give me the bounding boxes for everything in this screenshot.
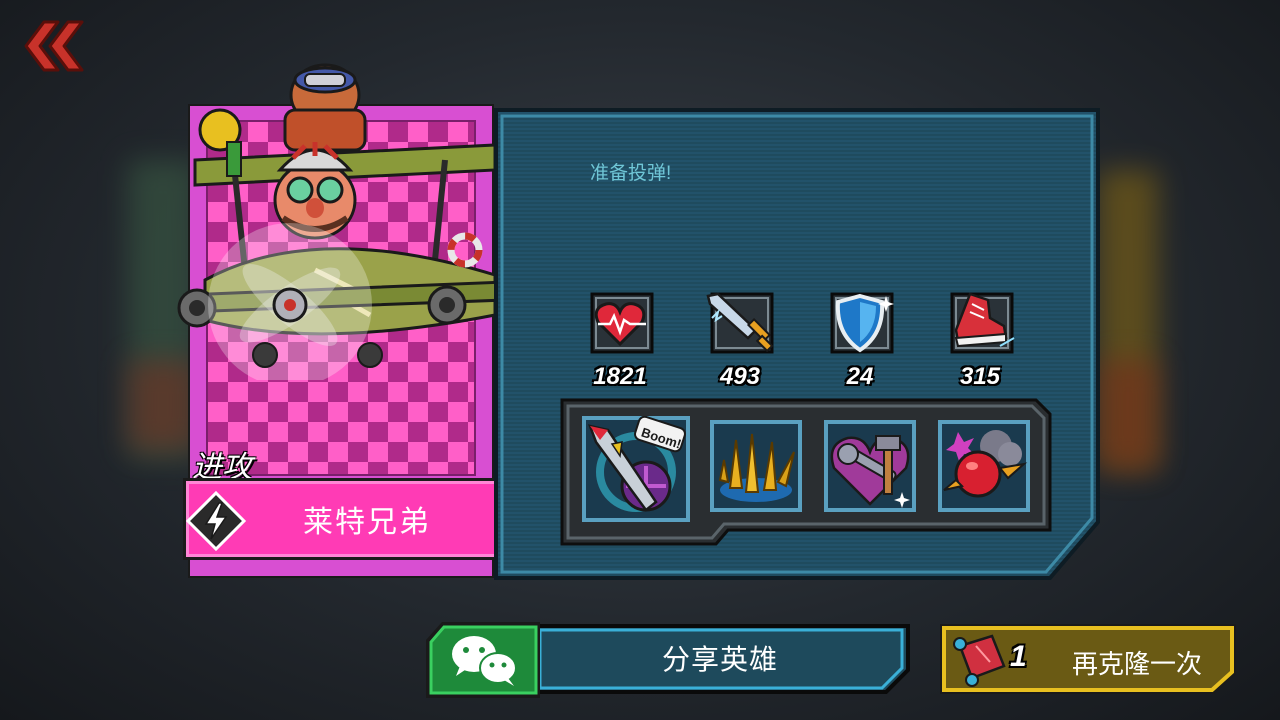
sword-attack-icon — [706, 292, 774, 354]
back-button[interactable] — [22, 18, 86, 74]
skill-slot-1[interactable]: Boom! — [582, 416, 690, 522]
share-hero-label: 分享英雄 — [661, 644, 778, 675]
heart-health-icon — [590, 292, 654, 354]
clone-count: 1 — [1010, 640, 1027, 673]
stat-attack: 493 — [694, 290, 786, 391]
double-chevron-left-icon — [24, 20, 84, 72]
hero-name: 莱特兄弟 — [303, 506, 431, 539]
stat-health-value: 1821 — [593, 363, 647, 390]
skill-slot-4[interactable] — [938, 420, 1030, 512]
sneaker-speed-icon — [950, 292, 1015, 354]
stat-defense: 24 — [814, 290, 906, 391]
stat-speed: 315 — [934, 290, 1026, 391]
hero-name-plate: 莱特兄弟 — [183, 478, 505, 560]
clone-again-label: 再克隆一次 — [1072, 649, 1203, 679]
skill-slot-2[interactable] — [710, 420, 802, 512]
skill-slot-3[interactable] — [824, 420, 916, 512]
hero-description: 准备投弹! — [590, 163, 672, 184]
background-card-right-red — [1098, 360, 1158, 470]
stat-speed-value: 315 — [959, 363, 1001, 390]
shield-defense-icon — [830, 292, 894, 354]
hero-portrait-biplane — [177, 63, 507, 380]
stat-attack-value: 493 — [719, 363, 761, 390]
stat-health: 1821 — [574, 290, 666, 391]
stat-defense-value: 24 — [846, 363, 874, 390]
